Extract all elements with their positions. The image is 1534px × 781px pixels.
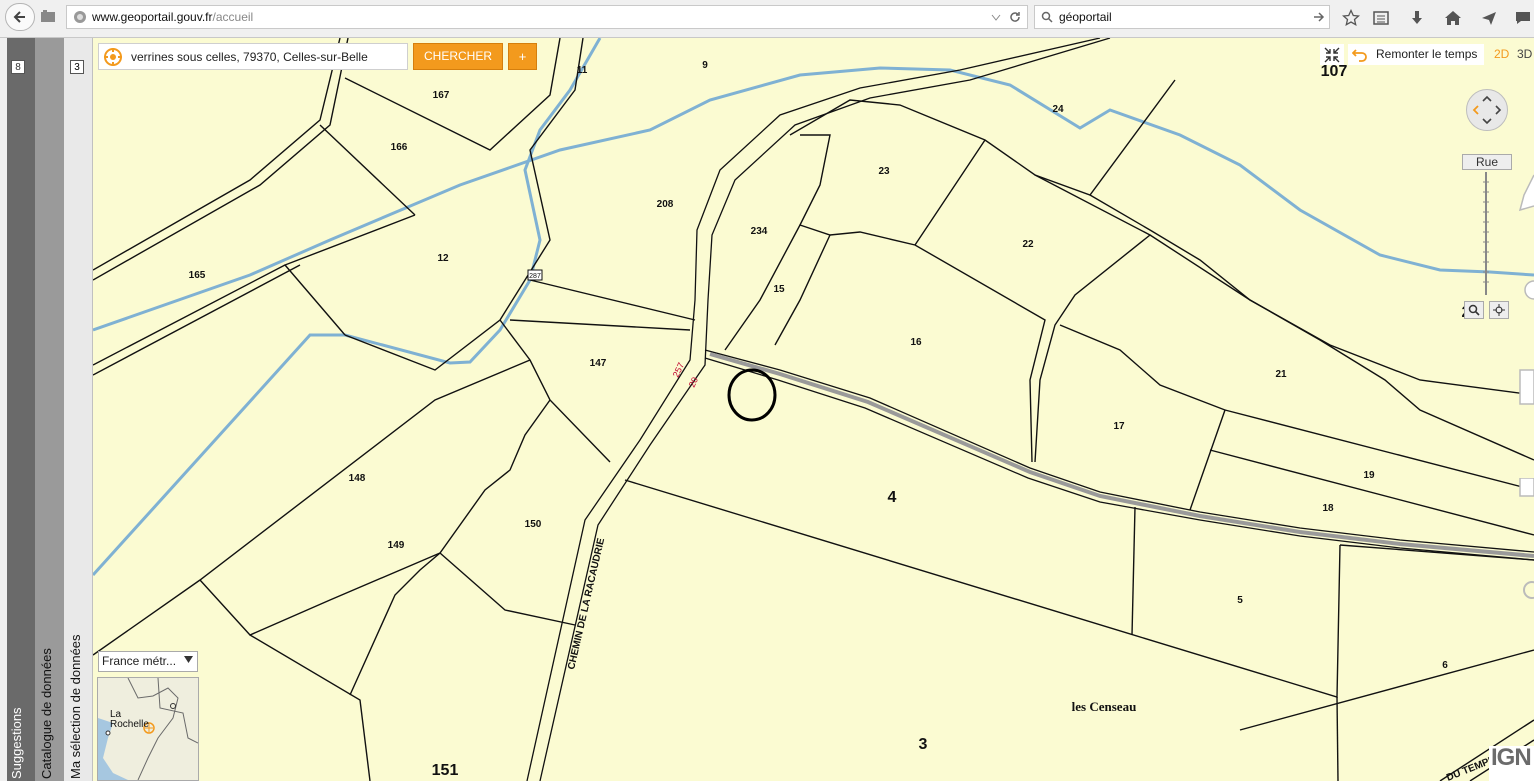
parcel-label: 165	[189, 270, 206, 281]
zoom-level-label: Rue	[1462, 154, 1512, 170]
url-bar[interactable]: www.geoportail.gouv.fr/accueil	[66, 5, 1028, 29]
ign-logo: IGN	[1489, 744, 1534, 781]
parcel-label: 17	[1113, 421, 1125, 432]
browser-toolbar: www.geoportail.gouv.fr/accueil géoportai…	[0, 0, 1534, 38]
back-arrow-icon	[13, 11, 25, 23]
parcel-label: 107	[1321, 63, 1348, 80]
parcel-label: 19	[1363, 470, 1375, 481]
suggestions-count: 8	[11, 60, 25, 74]
pan-control[interactable]	[1466, 89, 1508, 131]
search-button[interactable]: CHERCHER	[413, 43, 503, 70]
address-value: verrines sous celles, 79370, Celles-sur-…	[131, 50, 368, 64]
parcel-label: 5	[1237, 595, 1243, 606]
sidebar-label-suggestions: Suggestions	[9, 707, 24, 779]
cadastral-map[interactable]: 257 20 287 9 11 167 166 165 12 208 234 1…	[93, 38, 1534, 781]
parcel-label: 166	[391, 142, 408, 153]
globe-icon	[74, 11, 86, 23]
search-icon	[1041, 11, 1053, 23]
url-path: /accueil	[212, 10, 254, 24]
url-host: www.geoportail.gouv.fr	[92, 10, 213, 24]
time-travel-button[interactable]: Remonter le temps	[1348, 44, 1484, 65]
zoom-search-icon[interactable]	[1464, 301, 1484, 319]
bookmarks-list-icon[interactable]	[1370, 7, 1392, 29]
overview-minimap[interactable]: La Rochelle	[97, 677, 199, 781]
url-text: www.geoportail.gouv.fr/accueil	[92, 6, 253, 28]
parcel-label: 22	[1022, 239, 1034, 250]
address-search-input[interactable]: verrines sous celles, 79370, Celles-sur-…	[98, 43, 408, 70]
selection-count: 3	[70, 60, 84, 74]
home-icon[interactable]	[1442, 7, 1464, 29]
parcel-label: 150	[525, 519, 542, 530]
parcel-label: 3	[919, 736, 928, 753]
undo-arrow-icon	[1352, 49, 1367, 62]
crosshair-icon[interactable]	[1489, 301, 1509, 319]
right-edge-tools[interactable]	[1516, 170, 1534, 420]
parcel-label: 148	[349, 473, 366, 484]
right-edge-settings-icon[interactable]	[1518, 478, 1534, 608]
lieu-dit-label: les Censeau	[1072, 699, 1137, 714]
parcel-label: 208	[657, 199, 674, 210]
advanced-search-button[interactable]: +	[508, 43, 537, 70]
territory-select[interactable]: France métr...	[98, 651, 198, 672]
sidebar-label-selection: Ma sélection de données	[68, 634, 83, 779]
parcel-label: 167	[433, 90, 450, 101]
chat-icon[interactable]	[1512, 7, 1534, 29]
parcel-label: 4	[888, 489, 897, 506]
ign-logo-text: IGN	[1491, 744, 1532, 771]
parcel-label: 234	[751, 226, 768, 237]
parcel-label: 6	[1442, 660, 1448, 671]
tab-groups-icon[interactable]	[40, 9, 56, 23]
download-icon[interactable]	[1406, 7, 1428, 29]
sidebar-selection[interactable]: 3 Ma sélection de données	[64, 38, 93, 781]
parcel-label: 21	[1275, 369, 1287, 380]
sidebar-suggestions[interactable]: 8 Suggestions	[0, 38, 35, 781]
search-query: géoportail	[1059, 10, 1112, 24]
back-button[interactable]	[5, 3, 35, 31]
map-canvas[interactable]: 257 20 287 9 11 167 166 165 12 208 234 1…	[93, 38, 1534, 781]
sidebar-catalogue[interactable]: Catalogue de données	[35, 38, 64, 781]
reload-icon[interactable]	[1009, 11, 1021, 23]
parcel-label: 23	[878, 166, 890, 177]
parcel-label: 147	[590, 358, 607, 369]
chevron-down-icon	[184, 656, 193, 663]
parcel-label: 16	[910, 337, 922, 348]
minimap-city-label: La Rochelle	[110, 709, 149, 730]
mode-3d-toggle[interactable]: 3D	[1517, 44, 1532, 65]
zoom-slider[interactable]	[1483, 172, 1489, 295]
parcel-label: 11	[577, 65, 588, 76]
parcel-label: 149	[388, 540, 405, 551]
parcel-label: 18	[1322, 503, 1334, 514]
go-arrow-icon[interactable]	[1313, 11, 1325, 23]
parcel-label: 151	[432, 762, 459, 779]
sidebar-label-catalogue: Catalogue de données	[39, 648, 54, 779]
mode-2d-toggle[interactable]: 2D	[1494, 44, 1509, 65]
dropdown-icon[interactable]	[991, 14, 1001, 22]
parcel-label: 9	[702, 60, 708, 71]
parcel-label: 15	[773, 284, 785, 295]
parcel-label: 12	[437, 253, 449, 264]
bookmark-star-icon[interactable]	[1340, 7, 1362, 29]
road-mark-287: 287	[529, 273, 541, 280]
geolocate-icon[interactable]	[103, 47, 123, 67]
share-icon[interactable]	[1478, 7, 1500, 29]
time-travel-label: Remonter le temps	[1376, 47, 1478, 61]
territory-value: France métr...	[102, 654, 177, 668]
browser-search-field[interactable]: géoportail	[1034, 5, 1330, 29]
compass-arrows-icon[interactable]	[1467, 90, 1507, 130]
collapse-icon[interactable]	[1320, 44, 1344, 65]
parcel-label: 24	[1052, 104, 1064, 115]
